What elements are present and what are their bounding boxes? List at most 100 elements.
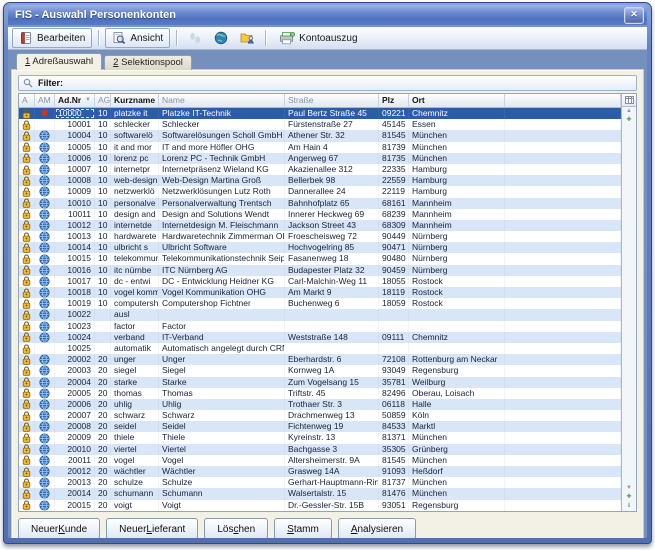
- column-header-plz[interactable]: Plz: [379, 94, 409, 107]
- table-row[interactable]: 2000720schwarzSchwarzDrachmenweg 1350859…: [19, 410, 621, 421]
- cell-name: Personalverwaltung Trentsch: [159, 198, 285, 209]
- scroll-up-icon[interactable]: ▲: [623, 107, 635, 116]
- column-header-str[interactable]: Straße: [285, 94, 379, 107]
- table-row[interactable]: 1000110schleckerSchleckerFürstenstraße 2…: [19, 119, 621, 130]
- table-row[interactable]: 1001710dc - entwiDC - Entwicklung Heidne…: [19, 276, 621, 287]
- cell-ort: Köln: [409, 410, 505, 421]
- cell-plz: [379, 309, 409, 320]
- cell-plz: 81737: [379, 477, 409, 488]
- neuer-kunde-button[interactable]: Neuer Kunde: [18, 518, 100, 538]
- table-row[interactable]: 1001910computershComputershop FichtnerBu…: [19, 298, 621, 309]
- löschen-button[interactable]: Löschen: [204, 518, 268, 538]
- stamm-button[interactable]: Stamm: [274, 518, 332, 538]
- table-row[interactable]: 1001610itc nürnbeITC Nürnberg AGBudapest…: [19, 265, 621, 276]
- table-row[interactable]: 1000410softwarelöSoftwarelösungen Scholl…: [19, 130, 621, 141]
- cell-ort: München: [409, 130, 505, 141]
- toolbar-button-kontoauszug[interactable]: Kontoauszug: [272, 28, 364, 48]
- analysieren-button[interactable]: Analysieren: [338, 518, 416, 538]
- scroll-down-icon[interactable]: ▼: [623, 484, 635, 493]
- cell-ag: [95, 343, 111, 354]
- column-header-am[interactable]: AM: [35, 94, 55, 107]
- column-header-kurz[interactable]: Kurzname: [111, 94, 159, 107]
- table-row[interactable]: 2001320schulzeSchulzeGerhart-Hauptmann-R…: [19, 477, 621, 488]
- cell-adnr: 10001: [55, 119, 95, 130]
- tab-selektionspool[interactable]: 2 Selektionspool: [104, 55, 192, 70]
- column-header-ort[interactable]: Ort: [409, 94, 505, 107]
- table-row[interactable]: 2000820seidelSeidelFichtenweg 1984533Mar…: [19, 421, 621, 432]
- table-row[interactable]: 2000620uhligUhligTrothaer Str. 306118Hal…: [19, 399, 621, 410]
- table-row[interactable]: 1001110design andDesign and Solutions We…: [19, 209, 621, 220]
- neuer-lieferant-button[interactable]: Neuer Lieferant: [106, 518, 198, 538]
- cell-plz: 45145: [379, 119, 409, 130]
- table-row[interactable]: 2001420schumannSchumannWalsertalstr. 158…: [19, 488, 621, 499]
- table-row[interactable]: 2000320siegelSiegelKornweg 1A93049Regens…: [19, 365, 621, 376]
- footprints-icon[interactable]: [183, 29, 207, 47]
- folder-user-icon[interactable]: [235, 29, 259, 47]
- close-button[interactable]: ✕: [624, 7, 644, 24]
- cell-ort: Rottenburg am Neckar: [409, 354, 505, 365]
- toolbar-button-label: Ansicht: [130, 33, 163, 44]
- column-header-a[interactable]: A: [19, 94, 35, 107]
- tab-adreßauswahl[interactable]: 1 Adreßauswahl: [16, 53, 102, 70]
- toolbar-button-ansicht[interactable]: Ansicht: [105, 28, 170, 48]
- table-row[interactable]: 1000510it and morIT and more Höfler OHGA…: [19, 142, 621, 153]
- table-row[interactable]: 1000810web-designWeb-Design Martina Groß…: [19, 175, 621, 186]
- lock-icon: [19, 175, 35, 186]
- table-row-selected[interactable]: ✱1000010platzke itPlatzke IT-TechnikPaul…: [19, 108, 621, 119]
- table-row[interactable]: 2001220wächtlerWächtlerGrasweg 14A91093H…: [19, 466, 621, 477]
- cell-kurz: viertel: [111, 444, 159, 455]
- column-header-name[interactable]: Name: [159, 94, 285, 107]
- cell-name: Starke: [159, 377, 285, 388]
- column-chooser-icon[interactable]: [622, 94, 636, 107]
- table-row[interactable]: 1001010personalvePersonalverwaltung Tren…: [19, 198, 621, 209]
- filler-cell: [505, 209, 621, 220]
- toolbar-button-bearbeiten[interactable]: Bearbeiten: [12, 28, 92, 48]
- table-row[interactable]: 2001120vogelVogelAltersheimerstr. 9A8154…: [19, 455, 621, 466]
- cell-adnr: 20004: [55, 377, 95, 388]
- cell-kurz: vogel: [111, 455, 159, 466]
- table-row[interactable]: 2000520thomasThomasTriftstr. 4582496Ober…: [19, 388, 621, 399]
- table-row[interactable]: 1001210internetdeInternetdesign M. Fleis…: [19, 220, 621, 231]
- column-header-adnr[interactable]: Ad.Nr▼: [55, 94, 95, 107]
- filter-bar[interactable]: Filter:: [18, 75, 637, 91]
- table-row[interactable]: 10023factorFactor: [19, 321, 621, 332]
- cell-plz: 81476: [379, 488, 409, 499]
- table-row[interactable]: 2001020viertelViertelBachgasse 335305Grü…: [19, 444, 621, 455]
- table-row[interactable]: 1000610lorenz pcLorenz PC - Technik GmbH…: [19, 153, 621, 164]
- filler-cell: [505, 354, 621, 365]
- filler-cell: [505, 108, 621, 119]
- cell-str: Jackson Street 43: [285, 220, 379, 231]
- scroll-end-icon[interactable]: ⇓: [623, 502, 635, 511]
- scroll-plus-icon[interactable]: ✚: [623, 493, 635, 502]
- cell-ag: 20: [95, 388, 111, 399]
- table-row[interactable]: 10022ausl: [19, 309, 621, 320]
- cell-str: Bachgasse 3: [285, 444, 379, 455]
- table-row[interactable]: 10024verbandIT-VerbandWeststraße 1480911…: [19, 332, 621, 343]
- cell-name: Softwarelösungen Scholl GmbH: [159, 130, 285, 141]
- grid-scrollbar[interactable]: ▲ ✚ ▼ ✚ ⇓: [621, 94, 636, 511]
- cell-name: IT-Verband: [159, 332, 285, 343]
- table-row[interactable]: 1000710internetprInternetpräsenz Wieland…: [19, 164, 621, 175]
- table-row[interactable]: 10025automatikAutomatisch angelegt durch…: [19, 343, 621, 354]
- cell-ag: [95, 309, 111, 320]
- table-row[interactable]: 2000420starkeStarkeZum Vogelsang 1535781…: [19, 377, 621, 388]
- table-row[interactable]: 1001510telekommunTelekommunikationstechn…: [19, 253, 621, 264]
- table-row[interactable]: 1001810vogel kommVogel Kommunikation OHG…: [19, 287, 621, 298]
- cell-plz: 22559: [379, 175, 409, 186]
- cell-ag: 10: [95, 209, 111, 220]
- filler-cell: [505, 488, 621, 499]
- globe-big-icon[interactable]: [209, 29, 233, 47]
- globe-icon: [35, 321, 55, 332]
- cell-kurz: automatik: [111, 343, 159, 354]
- scroll-insert-icon[interactable]: ✚: [623, 116, 635, 125]
- table-row[interactable]: 2000920thieleThieleKyreinstr. 1381371Mün…: [19, 432, 621, 443]
- column-header-ag[interactable]: AG: [95, 94, 111, 107]
- cell-kurz: itc nürnbe: [111, 265, 159, 276]
- table-row[interactable]: 1001310hardwareteHardwaretechnik Zimmerm…: [19, 231, 621, 242]
- cell-plz: [379, 321, 409, 332]
- column-header-filler[interactable]: [505, 94, 621, 107]
- table-row[interactable]: 1000910netzwerklöNetzwerklösungen Lutz R…: [19, 186, 621, 197]
- table-row[interactable]: 2000220ungerUngerEberhardstr. 672108Rott…: [19, 354, 621, 365]
- table-row[interactable]: 2001520voigtVoigtDr.-Gessler-Str. 15B930…: [19, 500, 621, 511]
- table-row[interactable]: 1001410ulbricht sUlbricht SoftwareHochvo…: [19, 242, 621, 253]
